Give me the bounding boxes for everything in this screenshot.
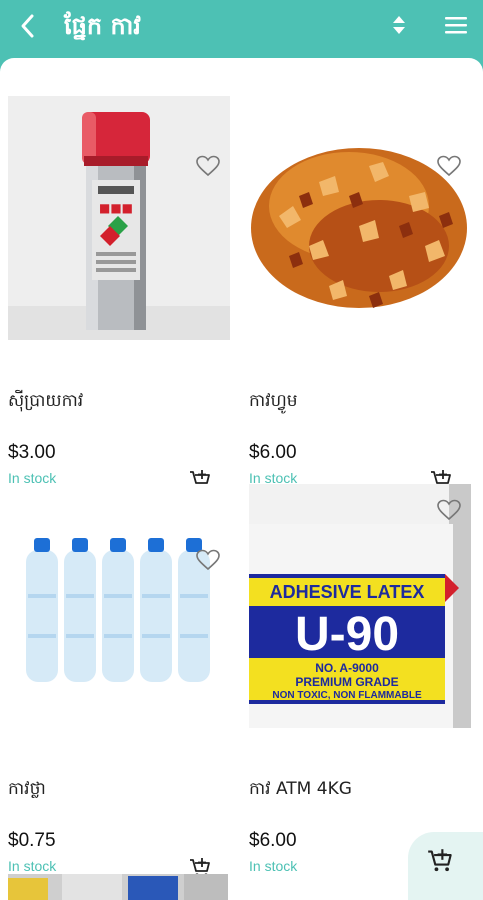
product-image[interactable] <box>249 96 471 340</box>
bucket-label-line4: PREMIUM GRADE <box>295 675 398 689</box>
cart-fab-button[interactable] <box>408 832 483 900</box>
bucket-label-line1: ADHESIVE LATEX <box>270 582 425 602</box>
stock-status: In stock <box>249 858 298 874</box>
product-card[interactable]: កាវថ្លា $0.75 In stock <box>8 484 230 877</box>
heart-icon <box>437 155 461 177</box>
product-image[interactable]: ■■■ <box>8 96 230 340</box>
spray-can-image: ■■■ <box>8 96 230 340</box>
product-name: កាវហ្វូម <box>249 391 298 411</box>
product-price: $6.00 <box>249 830 297 851</box>
shopping-cart-icon <box>428 849 452 872</box>
product-name: ស៊ីប្រាយកាវ <box>8 391 84 411</box>
product-price: $3.00 <box>8 442 56 463</box>
hamburger-menu-icon <box>445 17 467 34</box>
water-bottles-image <box>8 484 230 728</box>
favorite-button[interactable] <box>194 152 222 180</box>
stock-status: In stock <box>8 858 57 874</box>
app-bar: ផ្នែក កាវ <box>0 0 483 60</box>
product-price: $0.75 <box>8 830 56 851</box>
bucket-label-line3: NO. A-9000 <box>315 661 379 675</box>
sort-icon <box>393 16 405 34</box>
bucket-label-line5: NON TOXIC, NON FLAMMABLE <box>272 690 422 701</box>
svg-text:■■■: ■■■ <box>99 201 133 215</box>
product-image-partial[interactable] <box>8 874 228 900</box>
bucket-label-line2: U-90 <box>295 608 399 661</box>
favorite-button[interactable] <box>435 496 463 524</box>
product-name: កាវថ្លា <box>8 779 46 799</box>
product-grid: ■■■ ស៊ីប្រាយកាវ $3.00 In stock កាវហ្វូម … <box>0 58 483 900</box>
page-title: ផ្នែក កាវ <box>64 12 141 40</box>
back-button[interactable] <box>10 8 46 44</box>
heart-icon <box>196 155 220 177</box>
partial-product-image <box>8 874 228 900</box>
favorite-button[interactable] <box>194 546 222 574</box>
product-image[interactable] <box>8 484 230 728</box>
product-card[interactable]: ADHESIVE LATEX U-90 NO. A-9000 PREMIUM G… <box>249 484 471 877</box>
heart-icon <box>437 499 461 521</box>
product-card[interactable]: កាវហ្វូម $6.00 In stock <box>249 96 471 489</box>
chevron-left-icon <box>21 14 34 38</box>
favorite-button[interactable] <box>435 152 463 180</box>
menu-button[interactable] <box>438 8 474 42</box>
product-price: $6.00 <box>249 442 297 463</box>
resin-crystals-image <box>249 96 471 340</box>
product-card[interactable]: ■■■ ស៊ីប្រាយកាវ $3.00 In stock <box>8 96 230 489</box>
product-name: កាវ ATM 4KG <box>249 779 352 799</box>
sort-button[interactable] <box>384 10 414 40</box>
heart-icon <box>196 549 220 571</box>
